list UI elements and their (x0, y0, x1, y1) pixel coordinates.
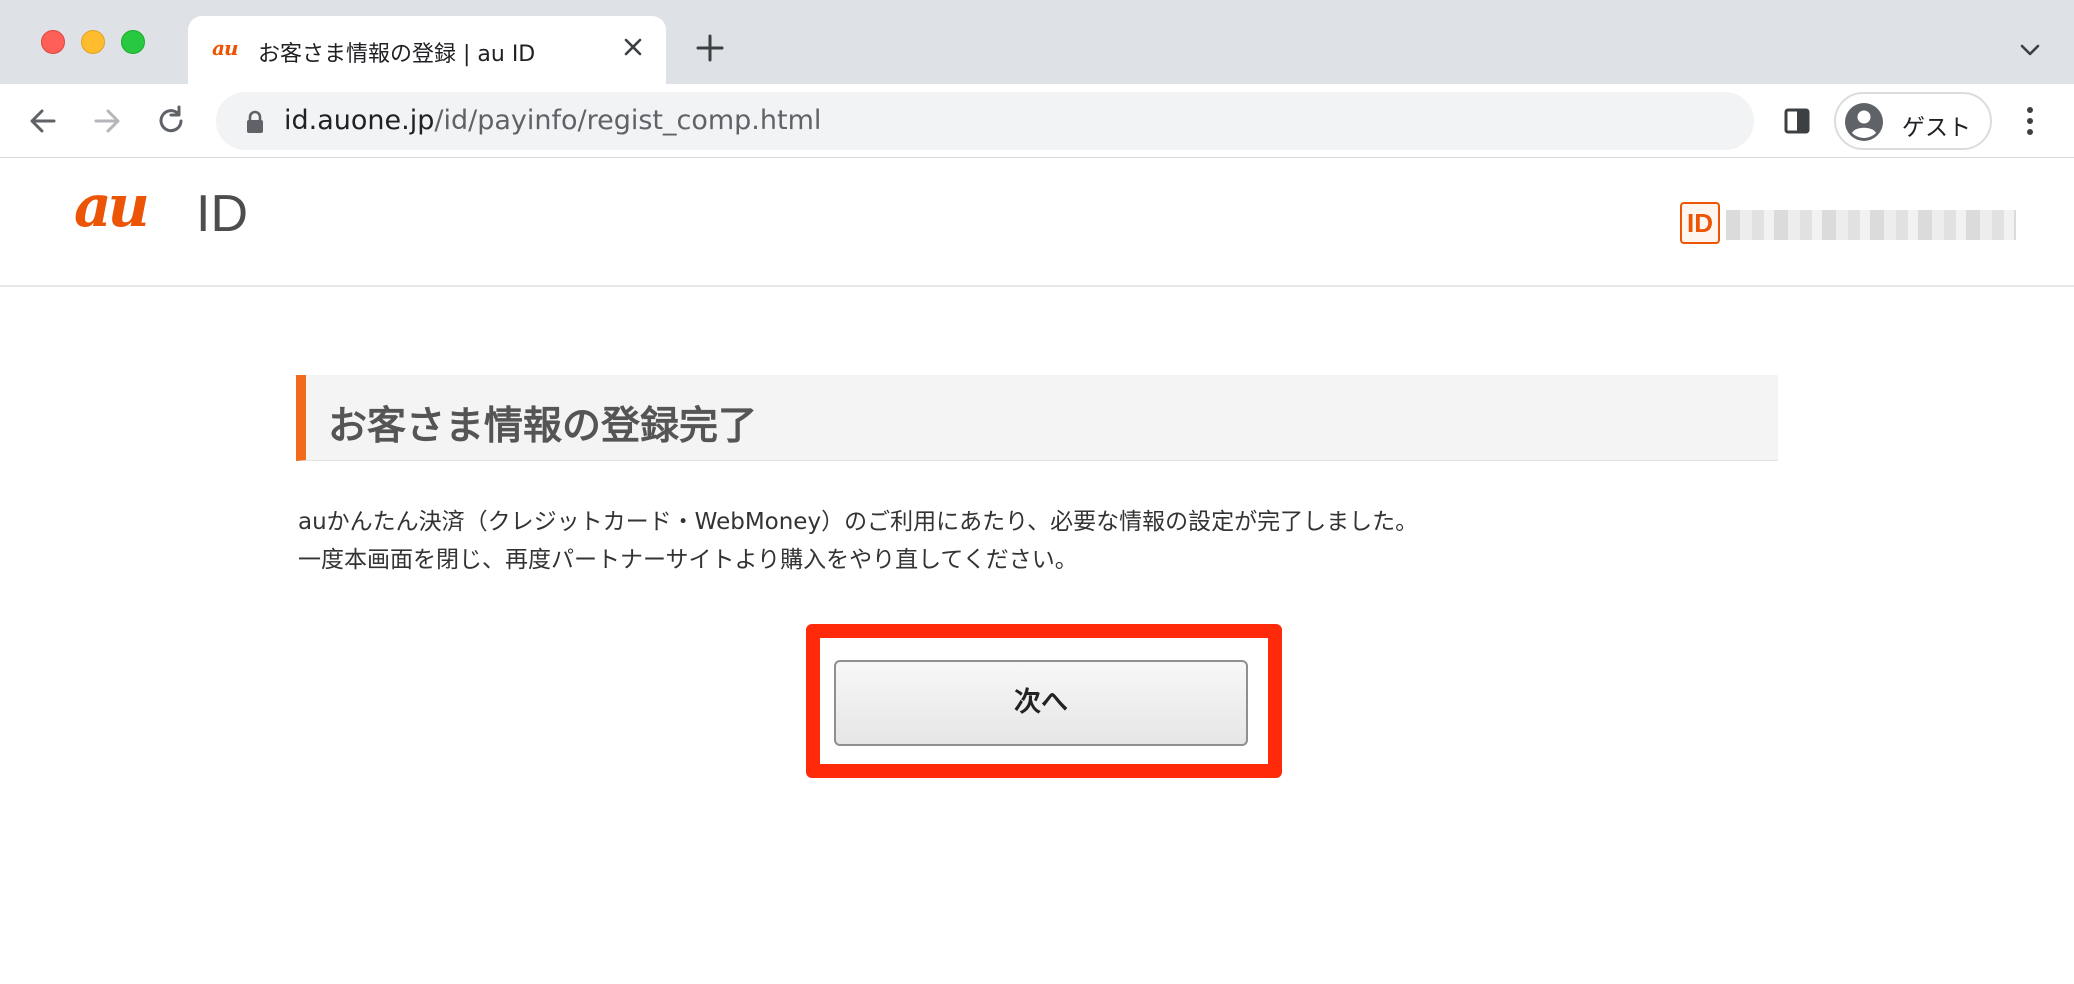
message-line-1: auかんたん決済（クレジットカード・WebMoney）のご利用にあたり、必要な情… (298, 509, 1419, 535)
lock-icon[interactable] (244, 110, 266, 134)
page-heading-box: お客さま情報の登録完了 (296, 375, 1778, 461)
profile-button[interactable]: ゲスト (1834, 92, 1992, 150)
window-close-button[interactable] (41, 30, 65, 54)
page-title: お客さま情報の登録完了 (328, 404, 758, 449)
message-line-2: 一度本画面を閉じ、再度パートナーサイトより購入をやり直してください。 (298, 547, 1078, 573)
browser-tab-strip: au お客さま情報の登録 | au ID (0, 0, 2074, 84)
window-maximize-button[interactable] (121, 30, 145, 54)
address-bar[interactable]: id.auone.jp/id/payinfo/regist_comp.html (216, 92, 1754, 150)
forward-arrow-icon[interactable] (88, 102, 126, 140)
next-button[interactable]: 次へ (834, 660, 1248, 746)
url-text: id.auone.jp/id/payinfo/regist_comp.html (284, 105, 821, 136)
back-arrow-icon[interactable] (24, 102, 62, 140)
reload-icon[interactable] (152, 102, 190, 140)
logo-au-text: au (74, 172, 150, 240)
au-favicon-icon: au (212, 36, 238, 60)
tab-title: お客さま情報の登録 | au ID (258, 42, 536, 67)
window-minimize-button[interactable] (81, 30, 105, 54)
browser-toolbar: id.auone.jp/id/payinfo/regist_comp.html … (0, 84, 2074, 158)
url-host: id.auone.jp (284, 105, 435, 136)
user-id-icon: ID (1680, 202, 1720, 244)
au-id-logo[interactable]: au ID (74, 172, 264, 243)
logo-id-text: ID (196, 185, 248, 243)
chevron-down-icon[interactable] (2016, 36, 2044, 64)
close-tab-icon[interactable] (618, 32, 648, 62)
more-menu-icon[interactable] (2018, 102, 2042, 140)
new-tab-icon[interactable] (692, 30, 728, 66)
site-header: au ID ID (0, 158, 2074, 287)
side-panel-icon[interactable] (1782, 106, 1812, 136)
url-path: /id/payinfo/regist_comp.html (434, 105, 822, 136)
profile-label: ゲスト (1902, 115, 1971, 141)
completion-message: auかんたん決済（クレジットカード・WebMoney）のご利用にあたり、必要な情… (298, 503, 1418, 579)
browser-tab-active[interactable]: au お客さま情報の登録 | au ID (188, 16, 666, 84)
user-id-masked (1726, 210, 2016, 240)
avatar-icon (1845, 103, 1883, 141)
